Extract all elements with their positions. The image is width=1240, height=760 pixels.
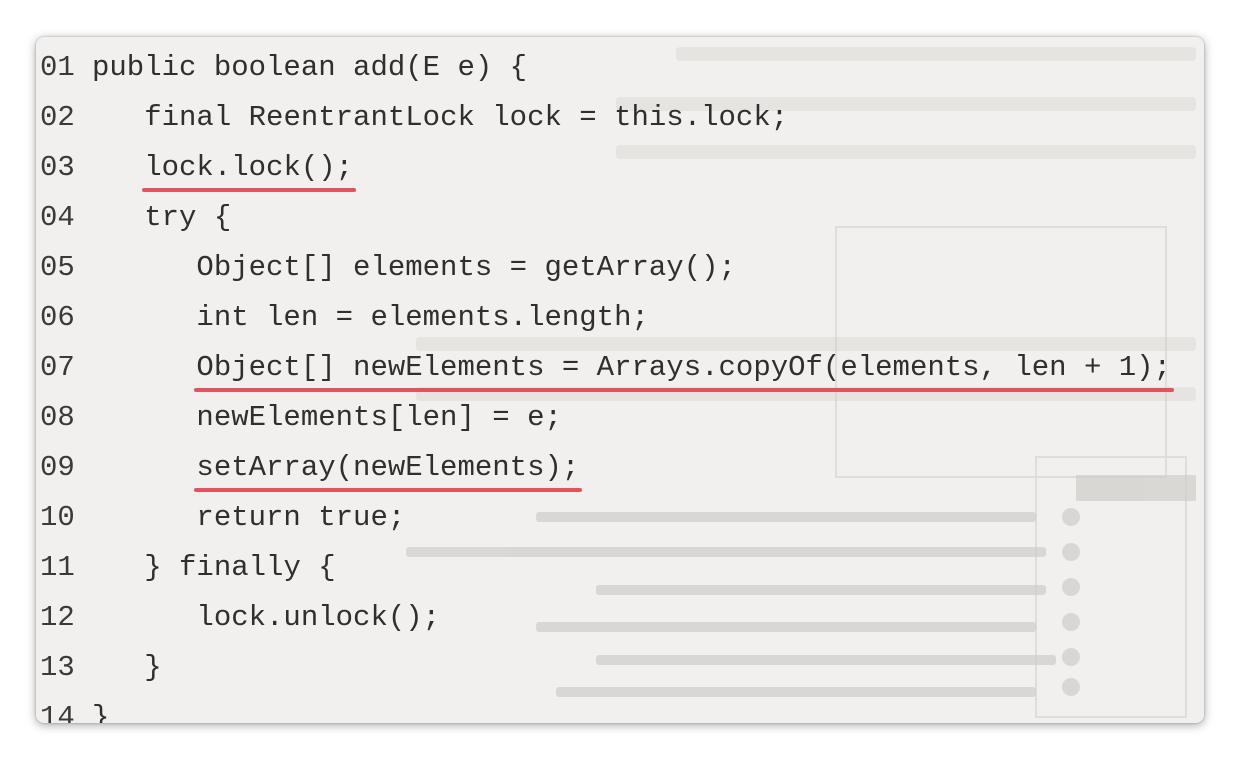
line-number: 13 [40, 651, 75, 684]
code-text: } [92, 701, 110, 723]
line-number: 08 [40, 401, 75, 434]
code-line: 05 Object[] elements = getArray(); [40, 251, 1171, 301]
code-line: 04 try { [40, 201, 1171, 251]
line-number: 04 [40, 201, 75, 234]
highlighted-code: setArray(newElements); [196, 451, 580, 484]
code-line: 03 lock.lock(); [40, 151, 1171, 201]
line-number: 09 [40, 451, 75, 484]
code-text: try { [144, 201, 232, 234]
code-text: } [144, 651, 162, 684]
code-text: } finally { [144, 551, 336, 584]
line-number: 11 [40, 551, 75, 584]
line-number: 10 [40, 501, 75, 534]
code-line: 11 } finally { [40, 551, 1171, 601]
code-line: 09 setArray(newElements); [40, 451, 1171, 501]
line-number: 14 [40, 701, 75, 723]
code-line: 14} [40, 701, 1171, 723]
code-text: newElements[len] = e; [196, 401, 562, 434]
code-line: 06 int len = elements.length; [40, 301, 1171, 351]
line-number: 06 [40, 301, 75, 334]
line-number: 05 [40, 251, 75, 284]
code-text: Object[] elements = getArray(); [196, 251, 736, 284]
code-line: 12 lock.unlock(); [40, 601, 1171, 651]
code-line: 07 Object[] newElements = Arrays.copyOf(… [40, 351, 1171, 401]
highlighted-code: Object[] newElements = Arrays.copyOf(ele… [196, 351, 1171, 384]
code-text: lock.unlock(); [196, 601, 441, 634]
line-number: 12 [40, 601, 75, 634]
code-line: 01 public boolean add(E e) { [40, 51, 1171, 101]
line-number: 07 [40, 351, 75, 384]
code-line: 02 final ReentrantLock lock = this.lock; [40, 101, 1171, 151]
code-text: int len = elements.length; [196, 301, 649, 334]
line-number: 03 [40, 151, 75, 184]
code-listing: 01 public boolean add(E e) { 02 final Reen… [40, 51, 1171, 723]
highlighted-code: lock.lock(); [144, 151, 354, 184]
code-card: 01 public boolean add(E e) { 02 final Reen… [36, 37, 1204, 723]
line-number: 01 [40, 51, 75, 84]
line-number: 02 [40, 101, 75, 134]
code-line: 10 return true; [40, 501, 1171, 551]
code-text: return true; [196, 501, 406, 534]
code-text: final ReentrantLock lock = this.lock; [144, 101, 789, 134]
code-line: 13 } [40, 651, 1171, 701]
code-line: 08 newElements[len] = e; [40, 401, 1171, 451]
code-text: public boolean add(E e) { [92, 51, 528, 84]
